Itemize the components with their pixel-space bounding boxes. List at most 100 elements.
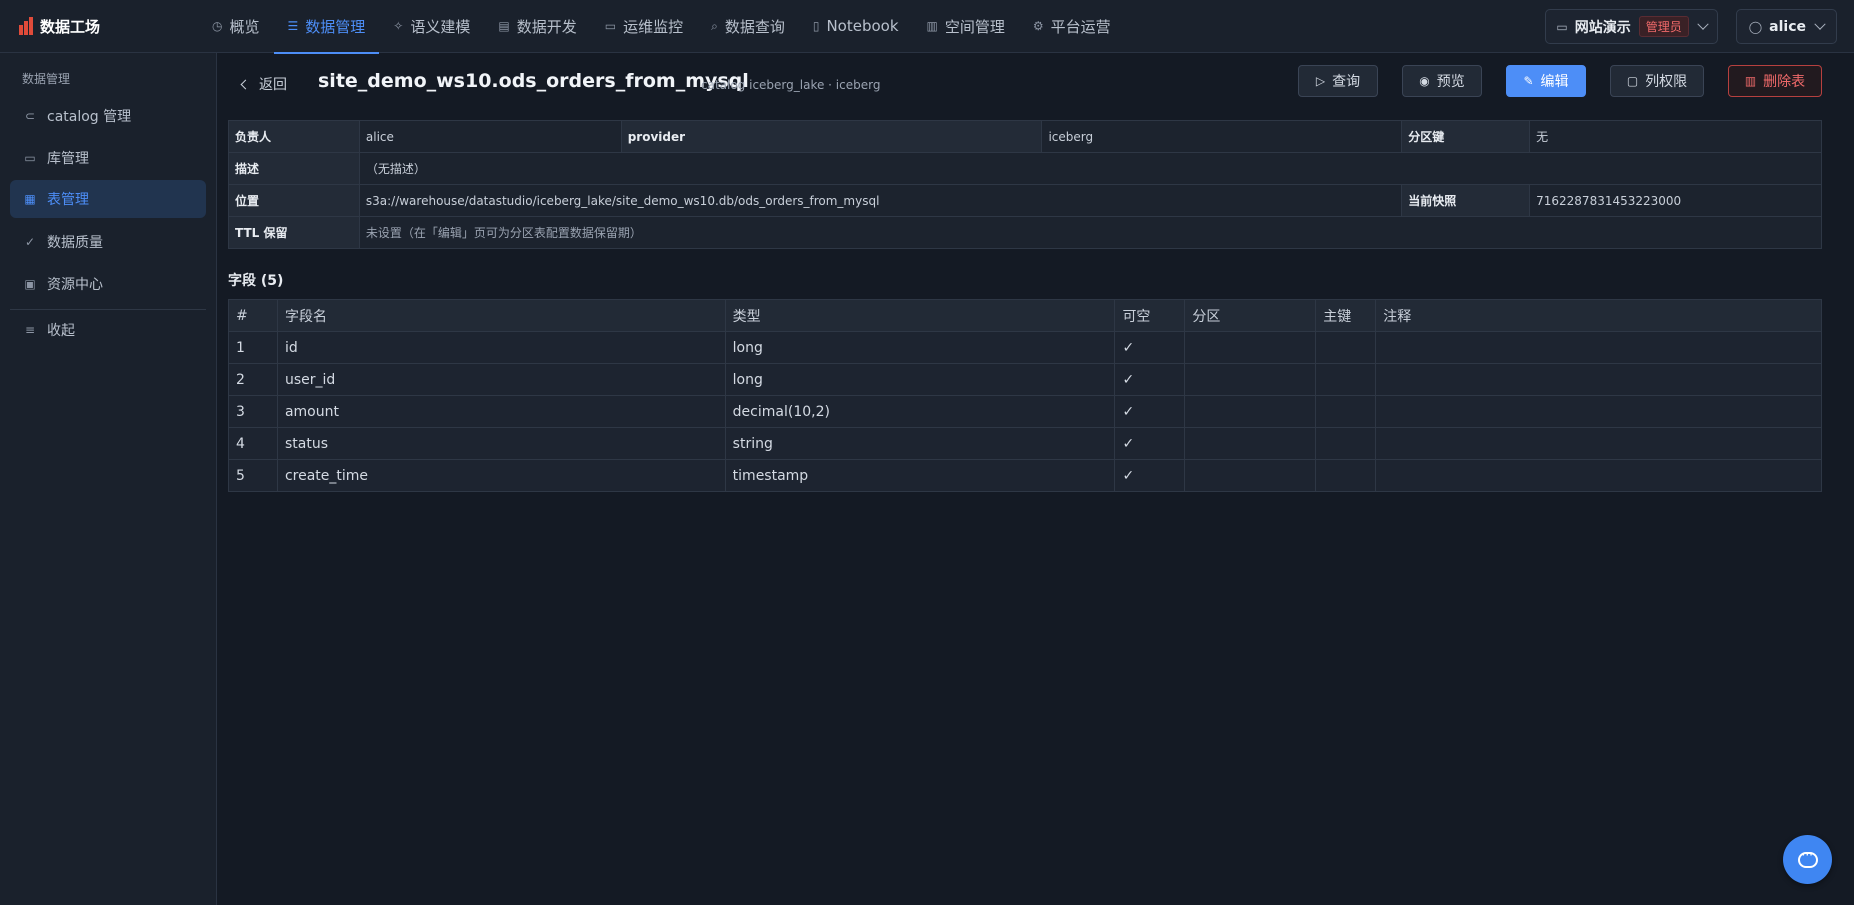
- cell: 2: [228, 363, 278, 396]
- brand[interactable]: 数据工场: [0, 0, 198, 53]
- nav-item-overview[interactable]: ◷ 概览: [198, 0, 274, 53]
- cell: [1375, 459, 1822, 492]
- sidebar-item-table[interactable]: ▦ 表管理: [10, 180, 206, 218]
- workspace-switcher[interactable]: ▭ 网站演示 管理员: [1545, 9, 1718, 44]
- ttl-label: TTL 保留: [228, 216, 360, 249]
- edit-icon: ✎: [1523, 74, 1534, 88]
- preview-button[interactable]: ◉ 预览: [1402, 65, 1482, 97]
- edit-button[interactable]: ✎ 编辑: [1506, 65, 1586, 97]
- brand-name: 数据工场: [40, 17, 101, 36]
- table-row: 4 status string ✓: [228, 427, 1822, 460]
- query-button[interactable]: ▷ 查询: [1298, 65, 1378, 97]
- nav-item-space-management[interactable]: ▥ 空间管理: [913, 0, 1019, 53]
- cell: [1315, 395, 1377, 428]
- play-circle-icon: ▷: [1315, 74, 1326, 88]
- nav-item-semantic-modeling[interactable]: ✧ 语义建模: [379, 0, 484, 53]
- chevron-down-icon: [1814, 18, 1826, 30]
- sidebar-item-label: 数据质量: [47, 235, 103, 251]
- button-label: 编辑: [1540, 74, 1569, 90]
- cell: [1315, 427, 1377, 460]
- cell: long: [724, 363, 1116, 396]
- button-label: 预览: [1436, 74, 1465, 90]
- cell: 1: [228, 331, 278, 364]
- cell: [1184, 363, 1317, 396]
- location-value: s3a://warehouse/datastudio/iceberg_lake/…: [358, 184, 1403, 217]
- gear-icon: ⚙: [1032, 19, 1044, 33]
- cell: [1184, 331, 1317, 364]
- cell: long: [724, 331, 1116, 364]
- factory-logo-icon: [18, 17, 36, 35]
- nav-item-platform-ops[interactable]: ⚙ 平台运营: [1019, 0, 1125, 53]
- nav-label: 数据管理: [305, 17, 366, 36]
- sidebar-collapse[interactable]: ≡ 收起: [10, 311, 206, 349]
- cell: [1315, 331, 1377, 364]
- description-label: 描述: [228, 152, 360, 185]
- code-file-icon: ▤: [498, 19, 510, 33]
- column-permission-button[interactable]: ▢ 列权限: [1610, 65, 1704, 97]
- owner-label: 负责人: [228, 120, 360, 153]
- briefcase-icon: ▣: [24, 277, 36, 291]
- sidebar-item-resource[interactable]: ▣ 资源中心: [10, 265, 206, 303]
- chat-button[interactable]: [1783, 835, 1832, 884]
- column-header: 类型: [724, 299, 1116, 332]
- ttl-value: 未设置（在「编辑」页可为分区表配置数据保留期）: [358, 216, 1823, 249]
- cell: [1375, 427, 1822, 460]
- cell: user_id: [276, 363, 726, 396]
- sidebar-item-quality[interactable]: ✓ 数据质量: [10, 223, 206, 261]
- role-badge: 管理员: [1638, 16, 1689, 37]
- sidebar-item-label: 资源中心: [47, 277, 103, 293]
- button-label: 查询: [1332, 74, 1361, 90]
- cell: status: [276, 427, 726, 460]
- sidebar-title: 数据管理: [22, 72, 71, 86]
- nav-label: 概览: [229, 17, 260, 36]
- database-icon: ☰: [287, 19, 299, 33]
- table-row: 3 amount decimal(10,2) ✓: [228, 395, 1822, 428]
- snapshot-value: 7162287831453223000: [1529, 184, 1822, 217]
- chevron-left-icon: [240, 79, 251, 89]
- table-row: 2 user_id long ✓: [228, 363, 1822, 396]
- nav-label: 数据查询: [724, 17, 785, 36]
- cell: 5: [228, 459, 278, 492]
- gauge-icon: ◷: [212, 19, 223, 33]
- sidebar-item-database[interactable]: ▭ 库管理: [10, 139, 206, 177]
- monitor-icon: ▭: [604, 19, 617, 33]
- cell: [1184, 427, 1317, 460]
- cell: [1315, 459, 1377, 492]
- nav-item-notebook[interactable]: ▯ Notebook: [799, 0, 913, 53]
- column-header: #: [228, 299, 278, 332]
- sidebar-collapse-label: 收起: [47, 323, 75, 339]
- cell: decimal(10,2): [724, 395, 1116, 428]
- folder-icon: ▭: [1556, 19, 1568, 34]
- cell: timestamp: [724, 459, 1116, 492]
- cell: [1375, 331, 1822, 364]
- back-button[interactable]: 返回: [240, 65, 287, 103]
- nav-item-data-management[interactable]: ☰ 数据管理: [273, 0, 380, 54]
- nav-item-ops-monitor[interactable]: ▭ 运维监控: [591, 0, 697, 53]
- cell: ✓: [1114, 363, 1186, 396]
- provider-value: iceberg: [1041, 120, 1403, 153]
- sidebar-item-catalog[interactable]: ⊂ catalog 管理: [10, 97, 206, 135]
- column-header: 注释: [1375, 299, 1822, 332]
- link-icon: ⊂: [24, 109, 36, 123]
- main-nav: ◷ 概览 ☰ 数据管理 ✧ 语义建模 ▤ 数据开发 ▭ 运维监控 ⌕ 数据查询 ▯ Noteb…: [198, 0, 1125, 54]
- folder-icon: ▭: [24, 151, 36, 165]
- column-header: 分区: [1184, 299, 1317, 332]
- cell: 4: [228, 427, 278, 460]
- back-label: 返回: [259, 77, 287, 93]
- provider-label: provider: [620, 120, 1043, 153]
- cell: [1184, 459, 1317, 492]
- nav-label: 语义建模: [410, 17, 471, 36]
- sidebar: 数据管理 ⊂ catalog 管理 ▭ 库管理 ▦ 表管理 ✓ 数据质量 ▣ 资源中心 ≡…: [0, 53, 217, 905]
- menu-icon: ≡: [24, 323, 36, 337]
- user-menu[interactable]: ◯ alice: [1735, 9, 1837, 44]
- cell: create_time: [276, 459, 726, 492]
- delete-table-button[interactable]: ▥ 删除表: [1728, 65, 1822, 97]
- cell: [1375, 395, 1822, 428]
- cell: ✓: [1114, 459, 1186, 492]
- nav-item-data-query[interactable]: ⌕ 数据查询: [697, 0, 799, 53]
- fields-table: # 字段名 类型 可空 分区 主键 注释 1 id long ✓ 2 user_…: [228, 299, 1822, 492]
- sidebar-divider: [10, 309, 206, 310]
- column-header: 主键: [1315, 299, 1377, 332]
- nav-item-data-development[interactable]: ▤ 数据开发: [484, 0, 590, 53]
- top-bar: 数据工场 ◷ 概览 ☰ 数据管理 ✧ 语义建模 ▤ 数据开发 ▭ 运维监控 ⌕ 数据查询 ▯…: [0, 0, 1854, 54]
